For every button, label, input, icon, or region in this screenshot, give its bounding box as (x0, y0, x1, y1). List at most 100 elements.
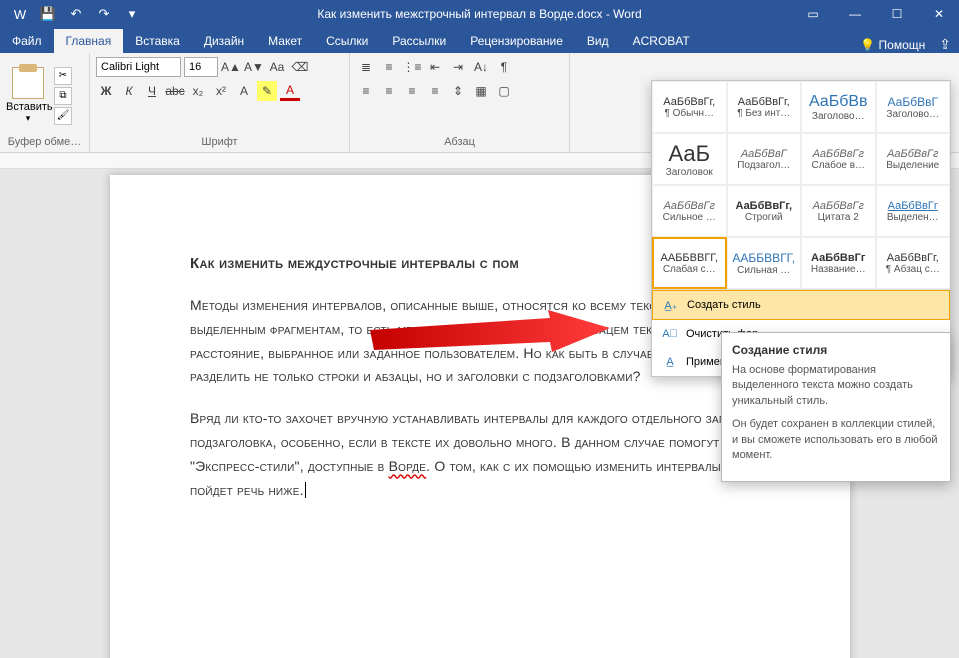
create-style-tooltip: Создание стиля На основе форматирования … (721, 332, 951, 482)
window-controls: ▭ — ☐ ✕ (793, 0, 959, 28)
style-cell-10[interactable]: АаБбВвГгЦитата 2 (801, 185, 876, 237)
clear-format-button[interactable]: ⌫ (290, 57, 310, 77)
style-sample: АаБбВв (809, 93, 868, 111)
para-group-label: Абзац (356, 134, 563, 148)
style-sample: АаБбВвГг, (735, 200, 792, 212)
bold-button[interactable]: Ж (96, 81, 116, 101)
sort-button[interactable]: A↓ (471, 57, 491, 77)
tab-mail[interactable]: Рассылки (380, 29, 458, 53)
style-cell-8[interactable]: АаБбВвГгСильное … (652, 185, 727, 237)
style-name: Заголово… (879, 109, 948, 120)
style-cell-2[interactable]: АаБбВвЗаголово… (801, 81, 876, 133)
tab-refs[interactable]: Ссылки (314, 29, 380, 53)
group-font: A▲ A▼ Aa ⌫ Ж К Ч abc x₂ x² A ✎ A Шрифт (90, 53, 350, 152)
style-sample: АаБбВвГг (664, 200, 715, 212)
style-cell-13[interactable]: ААББВВГГ,Сильная … (727, 237, 802, 289)
superscript-button[interactable]: x² (211, 81, 231, 101)
word-icon[interactable]: W (8, 2, 32, 26)
dedent-button[interactable]: ⇤ (425, 57, 445, 77)
change-case-button[interactable]: Aa (267, 57, 287, 77)
ribbon-options-button[interactable]: ▭ (793, 0, 833, 28)
format-painter-button[interactable]: 🖌 (54, 107, 72, 125)
tab-design[interactable]: Дизайн (192, 29, 256, 53)
tab-home[interactable]: Главная (54, 29, 124, 53)
text-effects-button[interactable]: A (234, 81, 254, 101)
italic-button[interactable]: К (119, 81, 139, 101)
shrink-font-button[interactable]: A▼ (244, 57, 264, 77)
style-sample: АаБбВвГг (813, 148, 864, 160)
bullets-button[interactable]: ≣ (356, 57, 376, 77)
style-cell-4[interactable]: АаБЗаголовок (652, 133, 727, 185)
style-cell-11[interactable]: АаБбВвГгВыделен… (876, 185, 951, 237)
justify-button[interactable]: ≡ (425, 81, 445, 101)
tooltip-p1: На основе форматирования выделенного тек… (732, 363, 940, 409)
style-cell-1[interactable]: АаБбВвГг,¶ Без инт… (727, 81, 802, 133)
font-size-input[interactable] (184, 57, 218, 77)
group-clipboard: Вставить ▾ ✂ ⧉ 🖌 Буфер обме… (0, 53, 90, 152)
style-name: ¶ Обычн… (655, 108, 724, 119)
qat-customize-icon[interactable]: ▾ (120, 2, 144, 26)
grow-font-button[interactable]: A▲ (221, 57, 241, 77)
undo-button[interactable]: ↶ (64, 2, 88, 26)
style-cell-9[interactable]: АаБбВвГг,Строгий (727, 185, 802, 237)
style-name: Строгий (730, 212, 799, 223)
minimize-button[interactable]: — (835, 0, 875, 28)
subscript-button[interactable]: x₂ (188, 81, 208, 101)
font-color-button[interactable]: A (280, 81, 300, 101)
tab-file[interactable]: Файл (0, 29, 54, 53)
multilevel-button[interactable]: ⋮≡ (402, 57, 422, 77)
clipboard-group-label: Буфер обме… (6, 134, 83, 148)
shading-button[interactable]: ▦ (471, 81, 491, 101)
style-sample: АаБбВвГг (887, 148, 938, 160)
style-name: Заголово… (804, 111, 873, 122)
indent-button[interactable]: ⇥ (448, 57, 468, 77)
tab-review[interactable]: Рецензирование (458, 29, 575, 53)
title-bar: W 💾 ↶ ↷ ▾ Как изменить межстрочный интер… (0, 0, 959, 28)
tab-acrobat[interactable]: ACROBAT (621, 29, 702, 53)
tab-view[interactable]: Вид (575, 29, 621, 53)
save-button[interactable]: 💾 (36, 2, 60, 26)
tab-layout[interactable]: Макет (256, 29, 314, 53)
copy-button[interactable]: ⧉ (54, 87, 72, 105)
strike-button[interactable]: abc (165, 81, 185, 101)
redo-button[interactable]: ↷ (92, 2, 116, 26)
style-cell-15[interactable]: АаБбВвГг,¶ Абзац с… (876, 237, 951, 289)
maximize-button[interactable]: ☐ (877, 0, 917, 28)
style-cell-7[interactable]: АаБбВвГгВыделение (876, 133, 951, 185)
style-name: ¶ Абзац с… (879, 264, 948, 275)
style-cell-3[interactable]: АаБбВвГЗаголово… (876, 81, 951, 133)
share-icon[interactable]: ⇪ (939, 36, 951, 53)
align-right-button[interactable]: ≡ (402, 81, 422, 101)
styles-grid: АаБбВвГг,¶ Обычн…АаБбВвГг,¶ Без инт…АаБб… (652, 81, 950, 289)
cut-button[interactable]: ✂ (54, 67, 72, 85)
align-left-button[interactable]: ≡ (356, 81, 376, 101)
style-sample: ААББВВГГ, (661, 252, 718, 264)
style-cell-6[interactable]: АаБбВвГгСлабое в… (801, 133, 876, 185)
show-marks-button[interactable]: ¶ (494, 57, 514, 77)
borders-button[interactable]: ▢ (494, 81, 514, 101)
line-spacing-button[interactable]: ⇕ (448, 81, 468, 101)
doc-p2-link: Ворде (389, 458, 427, 474)
close-button[interactable]: ✕ (919, 0, 959, 28)
underline-button[interactable]: Ч (142, 81, 162, 101)
style-cell-14[interactable]: АаБбВвГгНазвание… (801, 237, 876, 289)
style-name: Слабая с… (656, 264, 723, 275)
numbering-button[interactable]: ≡ (379, 57, 399, 77)
ribbon-tabs: Файл Главная Вставка Дизайн Макет Ссылки… (0, 28, 959, 53)
quick-access-toolbar: W 💾 ↶ ↷ ▾ (0, 2, 144, 26)
doc-p2: Вряд ли кто-то захочет вручную устанавли… (190, 407, 780, 502)
highlight-button[interactable]: ✎ (257, 81, 277, 101)
style-sample: АаБбВвГг, (663, 96, 715, 108)
style-cell-5[interactable]: АаБбВвГПодзагол… (727, 133, 802, 185)
style-cell-12[interactable]: ААББВВГГ,Слабая с… (652, 237, 727, 289)
tab-insert[interactable]: Вставка (123, 29, 192, 53)
style-cell-0[interactable]: АаБбВвГг,¶ Обычн… (652, 81, 727, 133)
font-name-input[interactable] (96, 57, 181, 77)
style-name: Сильное … (655, 212, 724, 223)
create-style-item[interactable]: A̲₊ Создать стиль (652, 290, 950, 320)
paste-button[interactable]: Вставить ▾ (6, 67, 50, 124)
style-name: Название… (804, 264, 873, 275)
tell-me[interactable]: 💡 Помощн (860, 38, 925, 52)
tooltip-title: Создание стиля (732, 343, 940, 357)
align-center-button[interactable]: ≡ (379, 81, 399, 101)
